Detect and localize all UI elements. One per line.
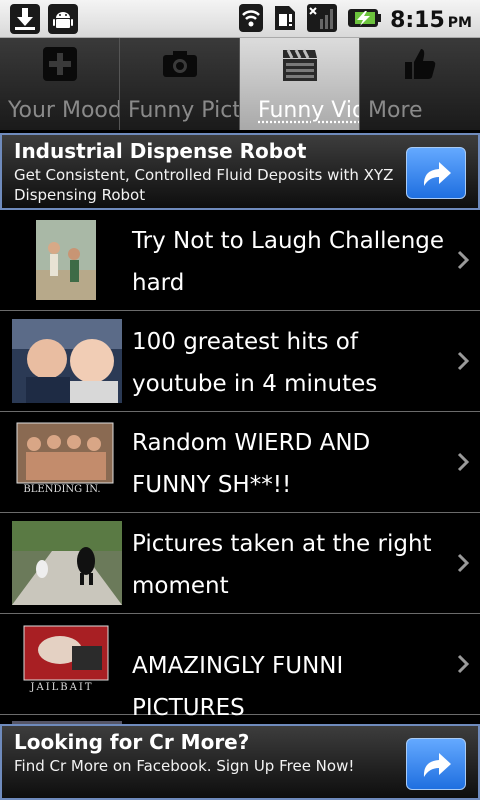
- video-thumbnail: [12, 319, 122, 403]
- list-item-partial[interactable]: [0, 715, 480, 724]
- plus-icon: [42, 46, 78, 82]
- download-icon: [10, 4, 40, 34]
- android-icon: [48, 4, 78, 34]
- chevron-right-icon: [456, 452, 470, 472]
- video-title: 100 greatest hits of youtube in 4 minute…: [132, 329, 378, 397]
- ad-open-button[interactable]: [406, 147, 466, 199]
- video-thumbnail: [12, 218, 122, 302]
- chevron-right-icon: [456, 553, 470, 573]
- sim-icon: [272, 3, 298, 37]
- video-thumbnail: JAILBAIT: [12, 622, 122, 706]
- thumb-caption: BLENDING IN.: [23, 484, 101, 495]
- ad-body: Find Cr More on Facebook. Sign Up Free N…: [14, 757, 355, 775]
- tab-label: Your Mood: [8, 98, 120, 123]
- list-item[interactable]: 100 greatest hits of youtube in 4 minute…: [0, 311, 480, 412]
- video-title: Try Not to Laugh Challenge hard: [132, 228, 445, 296]
- tab-more[interactable]: More: [360, 38, 480, 130]
- list-item[interactable]: BLENDING IN. Random WIERD AND FUNNY SH**…: [0, 412, 480, 513]
- video-thumbnail: [12, 521, 122, 605]
- ad-open-button[interactable]: [406, 738, 466, 790]
- chevron-right-icon: [456, 351, 470, 371]
- tab-bar: Your Mood Funny Pictur Funny Vide: [0, 38, 480, 130]
- list-item[interactable]: Pictures taken at the right moment: [0, 513, 480, 614]
- list-item[interactable]: Try Not to Laugh Challenge hard: [0, 210, 480, 311]
- tab-funny-pictures[interactable]: Funny Pictur: [120, 38, 240, 130]
- thumb-caption: JAILBAIT: [30, 682, 94, 693]
- share-arrow-icon: [407, 753, 465, 793]
- tab-label: Funny Vide: [258, 98, 359, 123]
- ad-body: Get Consistent, Controlled Fluid Deposit…: [14, 166, 394, 204]
- chevron-right-icon: [456, 250, 470, 270]
- clock: 8:15 PM: [390, 7, 472, 33]
- thumbs-up-icon: [402, 46, 438, 82]
- ad-title: Looking for Cr More?: [14, 730, 250, 754]
- chevron-right-icon: [456, 654, 470, 674]
- ad-banner-top[interactable]: Industrial Dispense Robot Get Consistent…: [0, 133, 480, 210]
- wifi-icon: [238, 3, 264, 37]
- battery-icon: [346, 3, 382, 37]
- tab-funny-videos[interactable]: Funny Vide: [240, 38, 360, 130]
- video-title: Random WIERD AND FUNNY SH**!!: [132, 430, 371, 498]
- signal-icon: [306, 3, 338, 37]
- video-thumbnail: BLENDING IN.: [12, 420, 122, 504]
- tab-label: More: [368, 98, 423, 123]
- video-list: Try Not to Laugh Challenge hard 100 grea…: [0, 210, 480, 724]
- tab-label: Funny Pictur: [128, 98, 239, 123]
- camera-icon: [162, 46, 198, 82]
- share-arrow-icon: [407, 162, 465, 202]
- tab-your-mood[interactable]: Your Mood: [0, 38, 120, 130]
- video-title: Pictures taken at the right moment: [132, 531, 432, 599]
- status-bar: 8:15 PM: [0, 0, 480, 38]
- list-item[interactable]: JAILBAIT AMAZINGLY FUNNI PICTURES: [0, 614, 480, 721]
- video-title: AMAZINGLY FUNNI PICTURES: [132, 653, 344, 721]
- clapperboard-icon: [282, 46, 318, 82]
- ad-title: Industrial Dispense Robot: [14, 139, 307, 163]
- ad-banner-bottom[interactable]: Looking for Cr More? Find Cr More on Fac…: [0, 724, 480, 800]
